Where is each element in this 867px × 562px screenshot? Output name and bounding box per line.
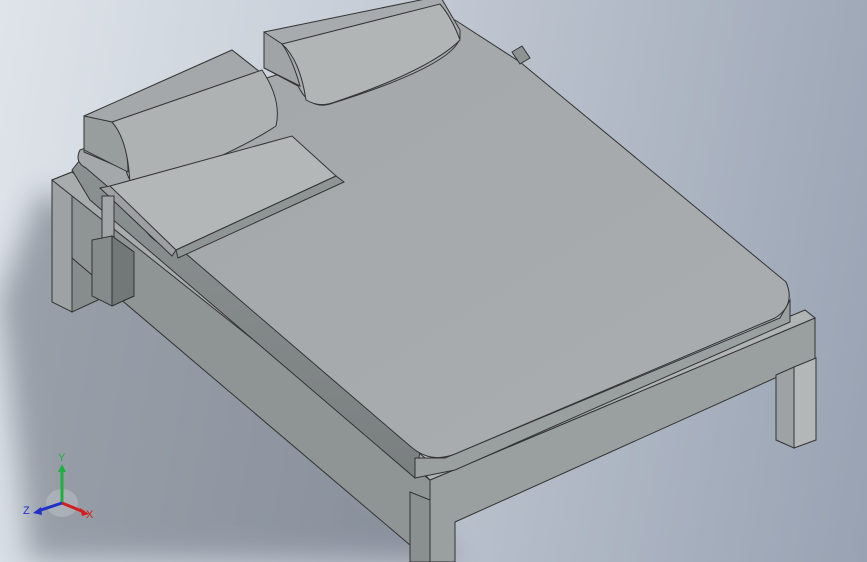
reference-triad: Y X Z bbox=[23, 452, 94, 521]
frame-right-front-leg bbox=[775, 366, 795, 449]
y-axis-label: Y bbox=[58, 452, 66, 464]
bed-model[interactable] bbox=[0, 0, 867, 562]
frame-right-front-leg-side bbox=[793, 357, 817, 449]
y-axis-arrow bbox=[58, 464, 66, 472]
z-axis-label: Z bbox=[23, 505, 30, 517]
frame-left-front-leg bbox=[409, 491, 431, 562]
z-axis-arrow bbox=[33, 507, 42, 515]
graphics-viewport[interactable]: Y X Z bbox=[0, 0, 867, 562]
x-axis-label: X bbox=[86, 509, 94, 521]
